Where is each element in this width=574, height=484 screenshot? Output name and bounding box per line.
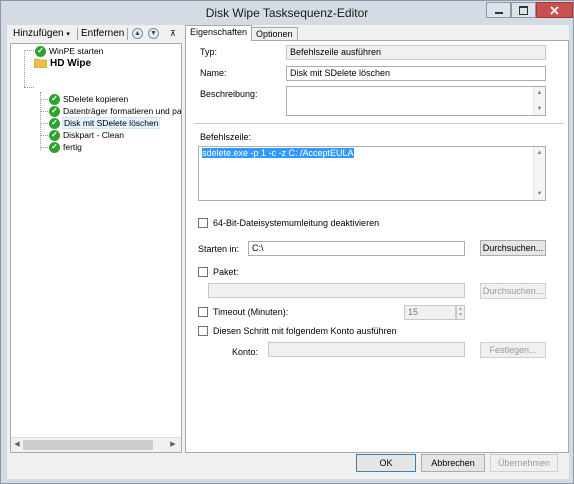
tree-connector: [40, 92, 41, 150]
close-button[interactable]: [536, 2, 573, 18]
commandline-field[interactable]: sdelete.exe -p 1 -c -z C: /AcceptEULA ▲ …: [198, 146, 546, 201]
tree-item-winpe[interactable]: ✓ WinPE starten: [35, 45, 103, 57]
tab-options[interactable]: Optionen: [251, 27, 298, 40]
scroll-down-icon[interactable]: ▼: [534, 104, 545, 114]
account-field[interactable]: [268, 342, 465, 357]
browse-package-button[interactable]: Durchsuchen...: [480, 283, 546, 299]
account-label: Konto:: [232, 347, 259, 357]
startin-field[interactable]: C:\: [248, 241, 465, 256]
maximize-icon: [519, 5, 528, 15]
tree-connector: [40, 147, 48, 148]
folder-icon: [34, 58, 47, 68]
add-button[interactable]: Hinzufügen ▾: [13, 28, 70, 39]
tree-horizontal-scrollbar[interactable]: ◀ ▶: [11, 437, 181, 452]
task-sequence-pane: Hinzufügen ▾ Entfernen ▲ ▼ ⊼ ✓ WinPE sta…: [7, 25, 182, 453]
commandline-scrollbar[interactable]: ▲ ▼: [533, 147, 545, 200]
maximize-button[interactable]: [511, 2, 536, 18]
runas-checkbox[interactable]: [198, 326, 208, 336]
client-area: Hinzufügen ▾ Entfernen ▲ ▼ ⊼ ✓ WinPE sta…: [7, 25, 569, 479]
tree-connector: [40, 99, 48, 100]
tree-item-label: Disk mit SDelete löschen: [61, 117, 161, 129]
tree-item-label: Datenträger formatieren und partit: [63, 106, 182, 116]
tree-connector: [40, 135, 48, 136]
tree-connector: [40, 111, 48, 112]
spin-down-icon[interactable]: ▼: [457, 312, 464, 318]
check-icon: ✓: [49, 141, 60, 153]
tree-connector: [24, 87, 34, 88]
scroll-down-icon[interactable]: ▼: [534, 189, 545, 199]
redirect-label: 64-Bit-Dateisystemumleitung deaktivieren: [213, 218, 380, 228]
tree-connector: [40, 123, 48, 124]
tree-item-done[interactable]: ✓ fertig: [49, 141, 82, 153]
timeout-checkbox[interactable]: [198, 307, 208, 317]
commandline-label: Befehlszeile:: [200, 132, 252, 142]
timeout-field[interactable]: 15: [404, 305, 456, 320]
scroll-thumb[interactable]: [23, 440, 153, 450]
editor-window: Disk Wipe Tasksequenz-Editor Hinzufügen …: [0, 0, 574, 484]
minimize-button[interactable]: [486, 2, 511, 18]
tree-item-sdelete-copy[interactable]: ✓ SDelete kopieren: [49, 93, 128, 105]
timeout-spinner[interactable]: ▲ ▼: [456, 305, 465, 320]
tree-item-sdelete-wipe[interactable]: ✓ Disk mit SDelete löschen: [49, 117, 161, 129]
commandline-text: sdelete.exe -p 1 -c -z C: /AcceptEULA: [202, 148, 354, 158]
ok-button[interactable]: OK: [356, 454, 416, 472]
scroll-left-icon[interactable]: ◀: [12, 440, 22, 450]
description-field[interactable]: ▲ ▼: [286, 86, 546, 116]
move-up-icon[interactable]: ▲: [132, 28, 143, 39]
title-bar[interactable]: Disk Wipe Tasksequenz-Editor: [1, 1, 573, 25]
close-icon: [550, 5, 559, 15]
type-label: Typ:: [200, 47, 218, 57]
name-field[interactable]: Disk mit SDelete löschen: [286, 66, 546, 81]
description-scrollbar[interactable]: ▲ ▼: [533, 87, 545, 115]
package-field[interactable]: [208, 283, 465, 298]
minimize-icon: [494, 12, 503, 14]
timeout-label: Timeout (Minuten):: [213, 307, 289, 317]
add-label: Hinzufügen: [13, 28, 64, 39]
move-down-icon[interactable]: ▼: [148, 28, 159, 39]
properties-panel: Typ: Befehlszeile ausführen Name: Disk m…: [185, 40, 569, 453]
toolbar-divider: [77, 28, 78, 40]
tree-item-format[interactable]: ✓ Datenträger formatieren und partit: [49, 105, 182, 117]
pin-icon[interactable]: ⊼: [170, 29, 176, 38]
tree-connector: [24, 50, 34, 51]
tree-item-hd-wipe[interactable]: HD Wipe: [34, 57, 91, 69]
tree-item-label: HD Wipe: [50, 57, 92, 69]
toolbar-divider: [127, 28, 128, 40]
browse-button[interactable]: Durchsuchen...: [480, 240, 546, 256]
tree-item-label: SDelete kopieren: [63, 94, 129, 104]
description-label: Beschreibung:: [200, 89, 258, 99]
package-checkbox[interactable]: [198, 267, 208, 277]
name-label: Name:: [200, 68, 227, 78]
scroll-up-icon[interactable]: ▲: [534, 148, 545, 158]
cancel-button[interactable]: Abbrechen: [421, 454, 485, 472]
tree-connector: [24, 50, 25, 87]
tree-item-diskpart[interactable]: ✓ Diskpart - Clean: [49, 129, 124, 141]
runas-label: Diesen Schritt mit folgendem Konto ausfü…: [213, 326, 397, 336]
apply-button[interactable]: Übernehmen: [490, 454, 558, 472]
section-divider: [194, 123, 564, 124]
remove-button[interactable]: Entfernen: [81, 28, 124, 39]
set-account-button[interactable]: Festlegen...: [480, 342, 546, 358]
check-icon: ✓: [49, 93, 60, 105]
check-icon: ✓: [49, 129, 60, 141]
startin-label: Starten in:: [198, 244, 240, 254]
task-tree[interactable]: ✓ WinPE starten HD Wipe ✓ SDelete kopier…: [10, 43, 182, 453]
tree-item-label: Diskpart - Clean: [63, 130, 124, 140]
package-label: Paket:: [213, 267, 239, 277]
type-field: Befehlszeile ausführen: [286, 45, 546, 60]
tree-toolbar: Hinzufügen ▾ Entfernen ▲ ▼ ⊼: [7, 25, 182, 43]
redirect-checkbox[interactable]: [198, 218, 208, 228]
check-icon: ✓: [49, 105, 60, 117]
scroll-right-icon[interactable]: ▶: [168, 440, 178, 450]
chevron-down-icon: ▾: [66, 31, 70, 38]
check-icon: ✓: [49, 117, 60, 129]
tree-item-label: fertig: [63, 142, 82, 152]
scroll-up-icon[interactable]: ▲: [534, 88, 545, 98]
tree-item-label: WinPE starten: [49, 46, 104, 56]
tab-properties[interactable]: Eigenschaften: [185, 25, 253, 41]
check-icon: ✓: [35, 45, 46, 57]
